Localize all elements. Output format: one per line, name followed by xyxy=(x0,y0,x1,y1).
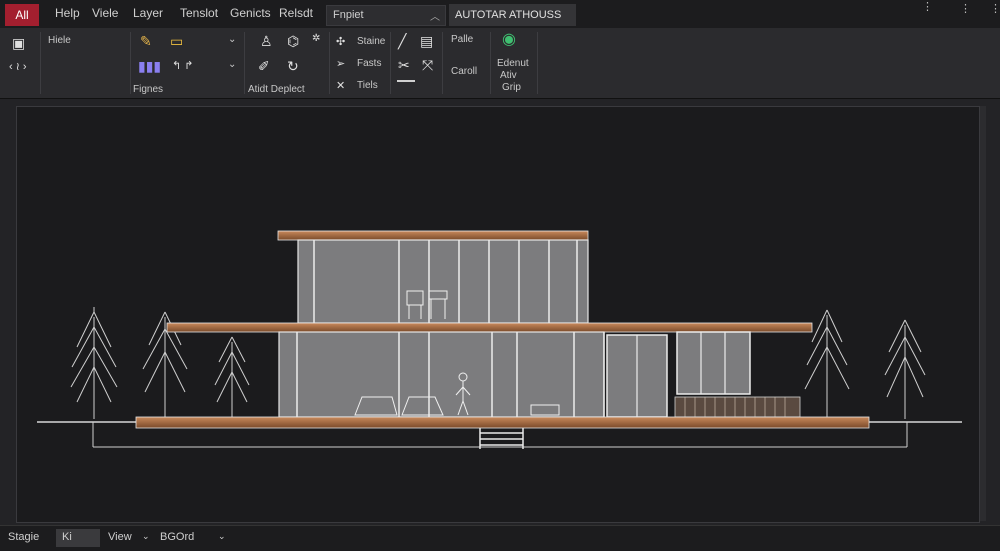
tiles-icon[interactable]: ✕ xyxy=(336,79,345,93)
search-value: Fnpiet xyxy=(333,9,364,21)
floor-slab xyxy=(135,416,870,429)
ribbon-tiles[interactable]: Tiels xyxy=(357,80,378,91)
panel-adjust-label: Atidt Deplect xyxy=(248,84,305,95)
note-icon[interactable]: ▭ xyxy=(170,34,183,48)
chart-icon[interactable]: ▮▮▮ xyxy=(138,59,161,73)
chevron-down-icon[interactable]: ⌄ xyxy=(142,531,150,542)
edit-shape-icon[interactable]: ⌬ xyxy=(287,34,299,48)
house-elevation-drawing xyxy=(37,230,962,449)
menu-tools[interactable]: Tenslot xyxy=(180,6,218,20)
tool-icon[interactable]: ↰ ↱ xyxy=(172,59,194,73)
chevron-down-icon[interactable]: ⌄ xyxy=(228,59,236,70)
tree-icon xyxy=(884,319,926,419)
chevron-down-icon[interactable]: ⌄ xyxy=(228,34,236,45)
tree-icon xyxy=(70,307,118,419)
search-box[interactable]: Fnpiet ︿ xyxy=(326,5,446,26)
ribbon-fasts[interactable]: Fasts xyxy=(357,58,381,69)
hammer-icon[interactable]: ✎ xyxy=(140,34,152,48)
lamp-icon[interactable]: ♙ xyxy=(260,34,273,48)
undo-redo-icon[interactable]: ‹ ≀ › xyxy=(9,60,27,74)
scissors-icon[interactable]: ✂ xyxy=(398,58,410,72)
ribbon-file-label[interactable]: Hiele xyxy=(48,35,71,46)
ribbon-ativ: Ativ xyxy=(500,70,517,81)
ribbon: ▣ ‹ ≀ › Hiele ✎ ▮▮▮ ▭ ↰ ↱ ⌄ ⌄ Fignes ♙ ⌬… xyxy=(0,28,1000,99)
menu-reload[interactable]: Relsdt xyxy=(279,6,313,20)
ribbon-edenut[interactable]: Edenut xyxy=(497,58,529,69)
upper-glass-wall xyxy=(297,239,589,324)
status-ki-box[interactable]: Ki xyxy=(56,529,100,547)
line-icon[interactable] xyxy=(397,80,415,82)
status-stage[interactable]: Stagie xyxy=(8,531,39,543)
status-ki: Ki xyxy=(62,531,72,543)
fast-icon[interactable]: ➢ xyxy=(336,57,345,71)
ribbon-grip: Grip xyxy=(502,82,521,93)
roof-slab xyxy=(277,230,589,241)
settings-icon[interactable]: ✲ xyxy=(312,32,320,46)
chevron-up-icon[interactable]: ︿ xyxy=(430,8,440,23)
globe-icon[interactable]: ◉ xyxy=(502,32,516,48)
vertical-scrollbar[interactable] xyxy=(980,106,986,521)
lower-glass-wall xyxy=(278,331,605,418)
ribbon-palette[interactable]: Palle xyxy=(451,34,473,45)
menu-layer[interactable]: Layer xyxy=(133,6,163,20)
planter-box xyxy=(674,396,801,418)
status-board[interactable]: BGOrd xyxy=(160,531,194,543)
menu-view[interactable]: Viele xyxy=(92,6,118,20)
ellipsis-icon[interactable]: ⋮ xyxy=(922,0,933,13)
menu-generics[interactable]: Genicts xyxy=(230,6,271,20)
document-title-tab[interactable]: AUTOTAR ATHOUSS xyxy=(449,4,576,26)
stairs xyxy=(479,428,524,449)
menu-help[interactable]: Help xyxy=(55,6,80,20)
ribbon-control[interactable]: Caroll xyxy=(451,66,477,77)
menu-bar: All Help Viele Layer Tenslot Genicts Rel… xyxy=(0,0,1000,28)
minimize-icon[interactable]: ⋮ xyxy=(960,2,971,15)
scale-icon[interactable]: ⤧ xyxy=(422,58,433,72)
panel-figures-label: Fignes xyxy=(133,84,164,95)
status-view[interactable]: View xyxy=(108,531,132,543)
document-icon[interactable]: ▤ xyxy=(420,34,433,48)
rotate-icon[interactable]: ↻ xyxy=(287,59,299,73)
chevron-down-icon[interactable]: ⌄ xyxy=(218,531,226,542)
ribbon-stage[interactable]: Staine xyxy=(357,36,385,47)
close-icon[interactable]: ⋮ xyxy=(990,2,1000,15)
drawing-canvas[interactable] xyxy=(16,106,980,523)
stage-icon[interactable]: ✣ xyxy=(336,35,345,49)
side-window xyxy=(676,331,751,395)
all-tab[interactable]: All xyxy=(5,4,39,26)
mid-slab xyxy=(166,322,813,333)
brush-icon[interactable]: ✐ xyxy=(258,59,270,73)
save-icon[interactable]: ▣ xyxy=(12,36,25,50)
status-bar: Stagie Ki View ⌄ BGOrd ⌄ xyxy=(0,525,1000,551)
pen-icon[interactable]: ╱ xyxy=(398,34,406,48)
tree-icon xyxy=(214,336,250,419)
